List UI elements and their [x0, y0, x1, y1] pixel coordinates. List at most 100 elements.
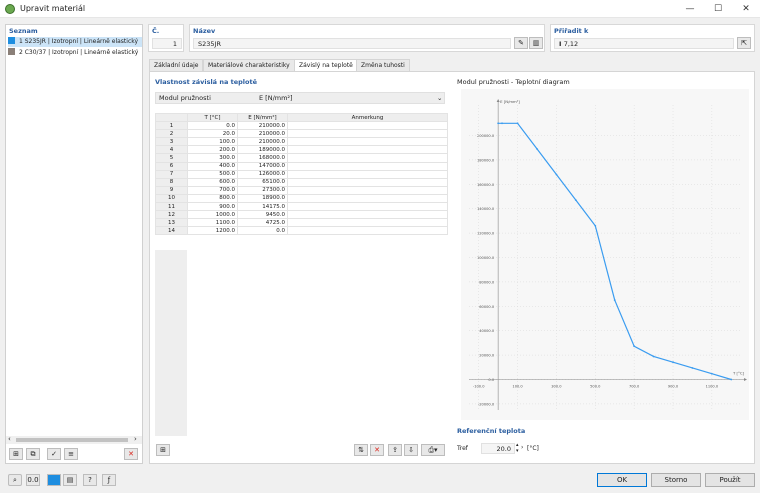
note-cell[interactable] — [287, 202, 448, 212]
display-icon[interactable]: ▤ — [63, 474, 77, 486]
modulus-cell[interactable]: 210000.0 — [237, 129, 288, 139]
note-cell[interactable] — [287, 218, 448, 228]
table-row[interactable]: 12 1000.0 9450.0 — [155, 210, 448, 220]
ok-button[interactable]: OK — [597, 473, 647, 487]
assign-field[interactable]: I 7,12 — [554, 38, 734, 49]
modulus-cell[interactable]: 4725.0 — [237, 218, 288, 228]
temperature-cell[interactable]: 1000.0 — [187, 210, 238, 220]
stepper-icon[interactable]: ▴ ▾ — [516, 442, 519, 454]
modulus-cell[interactable]: 168000.0 — [237, 153, 288, 163]
list-item[interactable]: 2 C30/37 | Izotropní | Lineárně elastick… — [8, 48, 142, 58]
tab-basic[interactable]: Základní údaje — [149, 59, 204, 71]
edit-name-icon[interactable]: ✎ — [514, 37, 528, 49]
table-row[interactable]: 7 500.0 126000.0 — [155, 169, 448, 179]
note-cell[interactable] — [287, 153, 448, 163]
ref-temp-input[interactable]: 20.0 — [481, 443, 515, 454]
library-icon[interactable]: ▥ — [529, 37, 543, 49]
note-cell[interactable] — [287, 169, 448, 179]
horizontal-scrollbar[interactable]: ‹ › — [6, 435, 142, 444]
modulus-cell[interactable]: 9450.0 — [237, 210, 288, 220]
temperature-cell[interactable]: 800.0 — [187, 193, 238, 204]
modulus-cell[interactable]: 210000.0 — [237, 137, 288, 147]
note-cell[interactable] — [287, 193, 448, 204]
scroll-right-icon[interactable]: › — [134, 435, 137, 443]
temperature-cell[interactable]: 500.0 — [187, 169, 238, 179]
script-icon[interactable]: ƒ — [102, 474, 116, 486]
check-icon[interactable]: ✓ — [47, 448, 61, 460]
edit-list-icon[interactable]: ≡ — [64, 448, 78, 460]
list-item-label: 2 C30/37 | Izotropní | Lineárně elastick… — [19, 49, 139, 56]
apply-button[interactable]: Použít — [705, 473, 755, 487]
temperature-cell[interactable]: 100.0 — [187, 137, 238, 147]
modulus-cell[interactable]: 0.0 — [237, 226, 288, 236]
table-row[interactable]: 5 300.0 168000.0 — [155, 153, 448, 163]
note-cell[interactable] — [287, 129, 448, 139]
modulus-cell[interactable]: 18900.0 — [237, 193, 288, 204]
import-table-icon[interactable]: ⊞ — [156, 444, 170, 456]
pick-icon[interactable]: ⇱ — [737, 37, 751, 49]
copy-material-icon[interactable]: ⧉ — [26, 448, 40, 460]
note-cell[interactable] — [287, 121, 448, 131]
note-cell[interactable] — [287, 210, 448, 220]
table-row[interactable]: 11 900.0 14175.0 — [155, 202, 448, 212]
note-cell[interactable] — [287, 177, 448, 187]
units-icon[interactable]: 0.0 — [26, 474, 40, 486]
scroll-left-icon[interactable]: ‹ — [8, 435, 11, 443]
table-row[interactable]: 2 20.0 210000.0 — [155, 129, 448, 139]
note-cell[interactable] — [287, 161, 448, 171]
name-field[interactable]: S235JR — [193, 38, 511, 49]
temperature-cell[interactable]: 1200.0 — [187, 226, 238, 236]
help-icon[interactable]: ? — [83, 474, 97, 486]
modulus-cell[interactable]: 14175.0 — [237, 202, 288, 212]
table-row[interactable]: 10 800.0 18900.0 — [155, 193, 448, 204]
tab-material-characteristics[interactable]: Materiálové charakteristiky — [203, 59, 295, 71]
modulus-cell[interactable]: 65100.0 — [237, 177, 288, 187]
sort-icon[interactable]: ⇅ — [354, 444, 368, 456]
table-row[interactable]: 1 0.0 210000.0 — [155, 121, 448, 131]
print-icon[interactable]: ⎙▾ — [421, 444, 445, 456]
modulus-cell[interactable]: 147000.0 — [237, 161, 288, 171]
minimize-button[interactable]: — — [676, 0, 704, 18]
temperature-cell[interactable]: 700.0 — [187, 185, 238, 195]
new-material-icon[interactable]: ⊞ — [9, 448, 23, 460]
note-cell[interactable] — [287, 137, 448, 147]
temperature-cell[interactable]: 1100.0 — [187, 218, 238, 228]
modulus-cell[interactable]: 27300.0 — [237, 185, 288, 195]
close-button[interactable]: ✕ — [732, 0, 760, 18]
temperature-cell[interactable]: 20.0 — [187, 129, 238, 139]
note-cell[interactable] — [287, 226, 448, 236]
stepper-right-icon[interactable]: › — [521, 444, 523, 451]
note-cell[interactable] — [287, 145, 448, 155]
list-item[interactable]: 1 S235JR | Izotropní | Lineárně elastick… — [8, 37, 142, 47]
temperature-cell[interactable]: 200.0 — [187, 145, 238, 155]
tab-stiffness-change[interactable]: Změna tuhosti — [356, 59, 410, 71]
temperature-cell[interactable]: 400.0 — [187, 161, 238, 171]
export-icon[interactable]: ⇪ — [388, 444, 402, 456]
temperature-cell[interactable]: 0.0 — [187, 121, 238, 131]
note-cell[interactable] — [287, 185, 448, 195]
table-row[interactable]: 4 200.0 189000.0 — [155, 145, 448, 155]
maximize-button[interactable]: ☐ — [704, 0, 732, 18]
delete-icon[interactable]: ✕ — [124, 448, 138, 460]
table-row[interactable]: 14 1200.0 0.0 — [155, 226, 448, 236]
number-field[interactable]: 1 — [152, 38, 182, 49]
search-icon[interactable]: ⌕ — [8, 474, 22, 486]
cancel-button[interactable]: Storno — [651, 473, 701, 487]
temperature-cell[interactable]: 900.0 — [187, 202, 238, 212]
temperature-cell[interactable]: 600.0 — [187, 177, 238, 187]
table-row[interactable]: 8 600.0 65100.0 — [155, 177, 448, 187]
color-icon[interactable] — [47, 474, 61, 486]
table-row[interactable]: 3 100.0 210000.0 — [155, 137, 448, 147]
modulus-cell[interactable]: 126000.0 — [237, 169, 288, 179]
scroll-thumb[interactable] — [16, 438, 128, 442]
import-icon[interactable]: ⇩ — [404, 444, 418, 456]
table-row[interactable]: 6 400.0 147000.0 — [155, 161, 448, 171]
delete-row-icon[interactable]: ✕ — [370, 444, 384, 456]
table-row[interactable]: 13 1100.0 4725.0 — [155, 218, 448, 228]
table-row[interactable]: 9 700.0 27300.0 — [155, 185, 448, 195]
tab-temperature-dependent[interactable]: Závislý na teplotě — [294, 59, 358, 71]
modulus-cell[interactable]: 210000.0 — [237, 121, 288, 131]
property-dropdown[interactable]: Modul pružnosti E [N/mm²] ⌄ — [155, 92, 445, 104]
modulus-cell[interactable]: 189000.0 — [237, 145, 288, 155]
temperature-cell[interactable]: 300.0 — [187, 153, 238, 163]
